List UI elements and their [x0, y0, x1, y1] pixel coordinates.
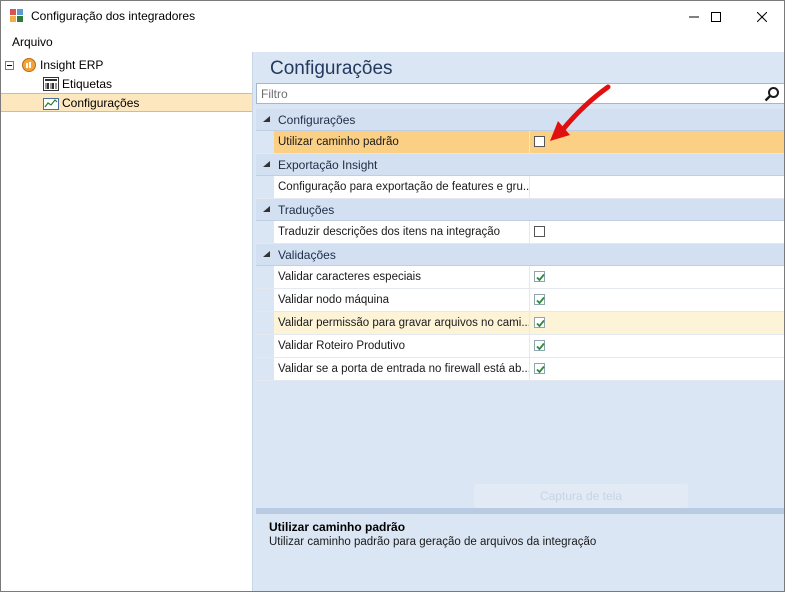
property-value[interactable]: [530, 358, 784, 380]
close-button[interactable]: [739, 1, 784, 32]
chevron-down-icon[interactable]: [262, 205, 271, 214]
property-value[interactable]: [530, 312, 784, 334]
chevron-down-icon[interactable]: [262, 160, 271, 169]
property-name: Traduzir descrições dos itens na integra…: [274, 221, 530, 243]
property-row-exportacao-features[interactable]: Configuração para exportação de features…: [256, 176, 784, 199]
property-value[interactable]: [530, 335, 784, 357]
description-title: Utilizar caminho padrão: [269, 520, 406, 534]
checkbox-checked[interactable]: [534, 271, 545, 282]
property-row-utilizar-caminho[interactable]: Utilizar caminho padrão: [256, 131, 784, 154]
checkbox-unchecked[interactable]: [534, 136, 545, 147]
category-configuracoes[interactable]: Configurações: [256, 109, 784, 131]
property-value[interactable]: [530, 266, 784, 288]
app-icon: [10, 9, 23, 22]
chart-settings-icon: [43, 97, 59, 110]
property-name: Validar permissão para gravar arquivos n…: [274, 312, 530, 334]
property-name: Validar Roteiro Produtivo: [274, 335, 530, 357]
menu-bar: Arquivo: [1, 32, 784, 52]
window-title: Configuração dos integradores: [31, 9, 196, 23]
checkbox-checked[interactable]: [534, 294, 545, 305]
description-text: Utilizar caminho padrão para geração de …: [269, 536, 597, 548]
title-bar: Configuração dos integradores: [1, 1, 784, 32]
category-label: Validações: [278, 248, 336, 262]
property-row-validar-porta[interactable]: Validar se a porta de entrada no firewal…: [256, 358, 784, 381]
menu-arquivo[interactable]: Arquivo: [12, 35, 53, 49]
checkmark-icon: [536, 273, 545, 282]
property-row-validar-nodo[interactable]: Validar nodo máquina: [256, 289, 784, 312]
close-icon: [756, 11, 767, 22]
checkmark-icon: [536, 365, 545, 374]
category-label: Traduções: [278, 203, 335, 217]
checkbox-checked[interactable]: [534, 317, 545, 328]
category-label: Configurações: [278, 113, 356, 127]
insight-erp-icon: [22, 58, 36, 72]
property-row-traduzir[interactable]: Traduzir descrições dos itens na integra…: [256, 221, 784, 244]
checkmark-icon: [536, 296, 545, 305]
collapse-icon[interactable]: [5, 60, 14, 70]
property-name: Validar nodo máquina: [274, 289, 530, 311]
property-pane: Configurações Filtro Configurações Utili…: [256, 52, 784, 591]
tree-node-etiquetas[interactable]: Etiquetas: [43, 75, 112, 93]
search-icon[interactable]: [764, 86, 780, 102]
filter-placeholder: Filtro: [261, 87, 288, 101]
property-value[interactable]: [530, 221, 784, 243]
property-name: Validar caracteres especiais: [274, 266, 530, 288]
property-row-validar-caracteres[interactable]: Validar caracteres especiais: [256, 266, 784, 289]
annotation-arrow-icon: [550, 84, 611, 141]
tree-label: Insight ERP: [40, 58, 104, 72]
property-grid: Configurações Utilizar caminho padrão Ex…: [256, 109, 784, 381]
category-exportacao-insight[interactable]: Exportação Insight: [256, 154, 784, 176]
maximize-icon: [710, 11, 721, 22]
maximize-button[interactable]: [693, 1, 738, 32]
tree-label: Configurações: [62, 95, 140, 110]
filter-input[interactable]: Filtro: [256, 83, 784, 104]
checkmark-icon: [536, 342, 545, 351]
checkbox-checked[interactable]: [534, 340, 545, 351]
category-traducoes[interactable]: Traduções: [256, 199, 784, 221]
chevron-down-icon[interactable]: [262, 115, 271, 124]
property-name: Utilizar caminho padrão: [274, 131, 530, 153]
property-value[interactable]: [530, 176, 784, 198]
property-row-validar-permissao[interactable]: Validar permissão para gravar arquivos n…: [256, 312, 784, 335]
property-name: Configuração para exportação de features…: [274, 176, 530, 198]
page-title: Configurações: [270, 58, 393, 79]
property-value[interactable]: [530, 289, 784, 311]
description-panel: Utilizar caminho padrão Utilizar caminho…: [256, 514, 784, 591]
checkbox-checked[interactable]: [534, 363, 545, 374]
chevron-down-icon[interactable]: [262, 250, 271, 259]
category-label: Exportação Insight: [278, 158, 378, 172]
property-name: Validar se a porta de entrada no firewal…: [274, 358, 530, 380]
label-printer-icon: [43, 77, 59, 91]
checkmark-icon: [536, 319, 545, 328]
tree-node-configuracoes[interactable]: Configurações: [1, 93, 252, 112]
app-window: Configuração dos integradores Arquivo In…: [0, 0, 785, 592]
tree-label: Etiquetas: [62, 77, 113, 91]
tree-pane: Insight ERP Etiquetas Configurações: [1, 52, 253, 591]
category-validacoes[interactable]: Validações: [256, 244, 784, 266]
tree-node-insight-erp[interactable]: Insight ERP: [5, 56, 103, 74]
screen-capture-button[interactable]: Captura de tela: [474, 484, 688, 508]
checkbox-unchecked[interactable]: [534, 226, 545, 237]
property-row-validar-roteiro[interactable]: Validar Roteiro Produtivo: [256, 335, 784, 358]
